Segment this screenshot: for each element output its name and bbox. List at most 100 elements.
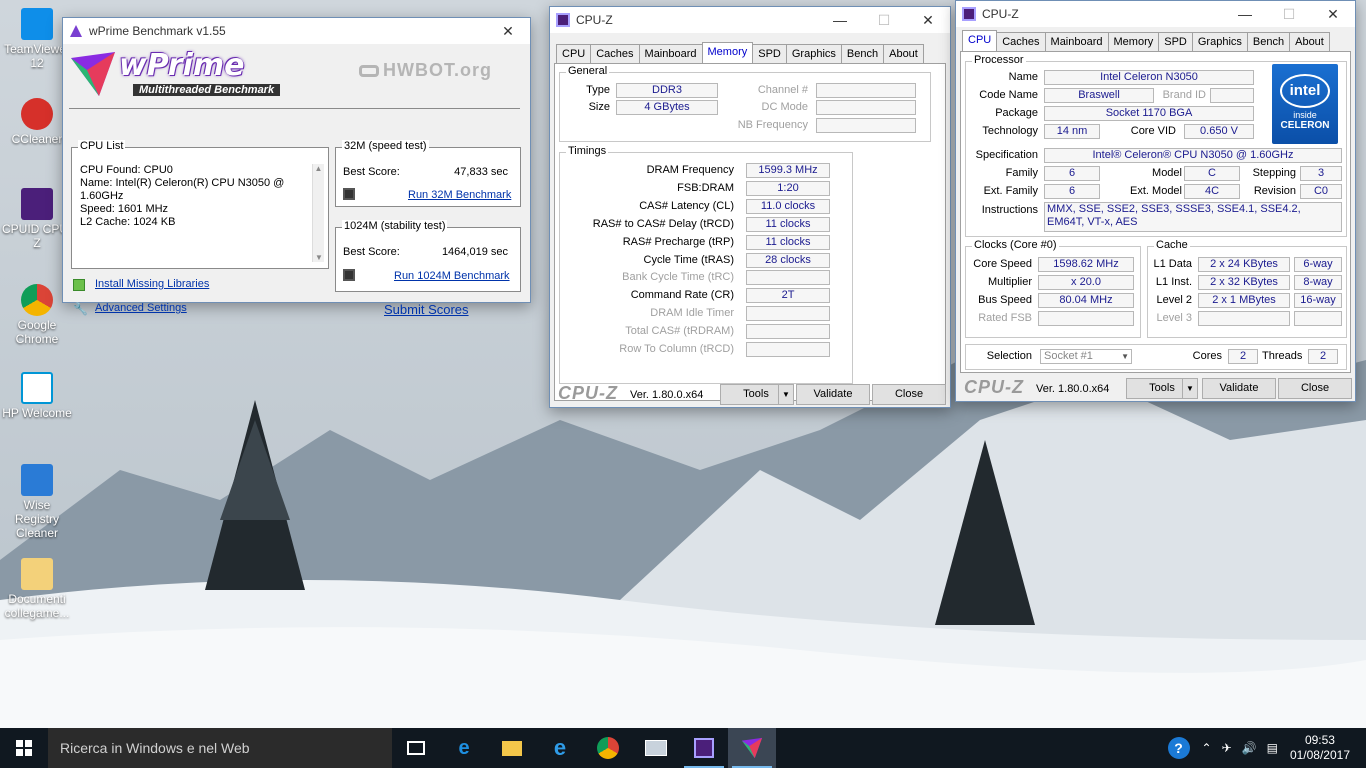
wprime-window: wPrime Benchmark v1.55 ✕ wPrime Multithr… xyxy=(62,17,531,317)
teamviewer-icon xyxy=(21,8,53,40)
network-icon[interactable]: ✈ xyxy=(1222,741,1232,755)
desktop-icon-documents[interactable]: Documenti collegame... xyxy=(2,558,72,620)
bus-speed: 80.04 MHz xyxy=(1038,293,1134,308)
cpuz-app-icon xyxy=(962,7,976,21)
timing-label: Total CAS# (tRDRAM) xyxy=(625,325,734,338)
technology: 14 nm xyxy=(1044,124,1100,139)
threads: 2 xyxy=(1308,349,1338,364)
core-speed: 1598.62 MHz xyxy=(1038,257,1134,272)
tab-spd[interactable]: SPD xyxy=(752,44,787,63)
timing-value: 11 clocks xyxy=(746,234,830,250)
cpuz-logo: CPU-Z xyxy=(558,383,618,403)
processor-group: Processor Name Intel Celeron N3050 Code … xyxy=(965,54,1347,237)
speed-test-box: 32M (speed test) Best Score: 47,833 sec … xyxy=(335,140,521,207)
close-button[interactable]: Close xyxy=(872,384,946,405)
taskbar-chrome[interactable] xyxy=(584,728,632,768)
tab-cpu[interactable]: CPU xyxy=(556,44,592,63)
timing-value: 11 clocks xyxy=(746,216,830,232)
help-icon[interactable]: ? xyxy=(1167,737,1190,759)
close-button[interactable]: ✕ xyxy=(906,7,950,33)
wprime-title: wPrime Benchmark v1.55 xyxy=(89,24,226,38)
notification-icon[interactable]: ▤ xyxy=(1267,741,1278,755)
close-button[interactable]: ✕ xyxy=(1311,1,1355,27)
brand-id-value xyxy=(1210,88,1254,103)
taskbar-cpuz[interactable] xyxy=(680,728,728,768)
tab-bench[interactable]: Bench xyxy=(840,44,885,63)
task-view-button[interactable] xyxy=(392,728,440,768)
minimize-button[interactable]: — xyxy=(1223,1,1267,27)
taskbar-edge[interactable]: e xyxy=(440,728,488,768)
timing-label: Bank Cycle Time (tRC) xyxy=(622,271,734,284)
tab-about[interactable]: About xyxy=(883,44,924,63)
tab-caches[interactable]: Caches xyxy=(590,44,640,63)
timings-group: Timings DRAM Frequency 1599.3 MHz FSB:DRAM… xyxy=(559,145,853,384)
chevron-up-icon[interactable]: ⌃ xyxy=(1202,741,1212,755)
taskbar-wprime[interactable] xyxy=(728,728,776,768)
score-32m: 47,833 sec xyxy=(454,166,508,178)
cpuz-cpu-titlebar[interactable]: CPU-Z — ☐ ✕ xyxy=(956,1,1355,27)
hp-icon xyxy=(21,372,53,404)
tools-dropdown-icon[interactable]: ▼ xyxy=(778,384,794,405)
cpuz-memory-body: CPU Caches Mainboard Memory SPD Graphics… xyxy=(550,33,950,407)
minimize-button[interactable]: — xyxy=(818,7,862,33)
level-2: 2 x 1 MBytes xyxy=(1198,293,1290,308)
tab-graphics[interactable]: Graphics xyxy=(785,44,842,63)
timing-label: Row To Column (tRCD) xyxy=(619,343,734,355)
install-libraries-link[interactable]: Install Missing Libraries xyxy=(95,278,209,290)
model: C xyxy=(1184,166,1240,181)
tab-spd[interactable]: SPD xyxy=(1158,32,1193,51)
validate-button[interactable]: Validate xyxy=(1202,378,1276,399)
cpuz-icon xyxy=(694,738,714,758)
chrome-icon xyxy=(21,284,53,316)
floppy-icon xyxy=(343,269,355,281)
desktop-icon-wise-registry[interactable]: Wise Registry Cleaner xyxy=(2,464,72,540)
desktop-icon-hp-welcome[interactable]: HP Welcome xyxy=(2,372,72,420)
cpuz-memory-titlebar[interactable]: CPU-Z — ☐ ✕ xyxy=(550,7,950,33)
wprime-titlebar[interactable]: wPrime Benchmark v1.55 ✕ xyxy=(63,18,530,44)
tab-bench[interactable]: Bench xyxy=(1246,32,1291,51)
submit-scores-link[interactable]: Submit Scores xyxy=(384,302,469,317)
dcmode-value xyxy=(816,100,916,115)
tab-cpu[interactable]: CPU xyxy=(962,30,998,51)
tab-memory[interactable]: Memory xyxy=(1107,32,1160,51)
taskbar-ie[interactable]: e xyxy=(536,728,584,768)
settings-icon: 🔧 xyxy=(73,302,88,316)
tab-memory[interactable]: Memory xyxy=(701,42,754,63)
start-button[interactable] xyxy=(0,728,48,768)
close-button[interactable]: Close xyxy=(1278,378,1352,399)
scroll-down-icon[interactable]: ▼ xyxy=(313,253,325,262)
clock[interactable]: 09:53 01/08/2017 xyxy=(1290,733,1350,763)
scroll-up-icon[interactable]: ▲ xyxy=(313,164,324,173)
tab-about[interactable]: About xyxy=(1289,32,1330,51)
chevron-down-icon: ▼ xyxy=(1121,352,1129,361)
timing-value xyxy=(746,324,830,340)
run-32m-button[interactable]: Run 32M Benchmark xyxy=(408,189,511,201)
family: 6 xyxy=(1044,166,1100,181)
cpu-list-box: CPU List CPU Found: CPU0 Name: Intel(R) … xyxy=(71,140,329,269)
socket-select[interactable]: Socket #1 ▼ xyxy=(1040,349,1132,364)
cpuz-title: CPU-Z xyxy=(576,13,613,27)
folder-icon xyxy=(502,740,522,756)
ext-model: 4C xyxy=(1184,184,1240,199)
tab-mainboard[interactable]: Mainboard xyxy=(1044,32,1109,51)
clock-date: 01/08/2017 xyxy=(1289,748,1350,762)
taskbar-explorer[interactable] xyxy=(488,728,536,768)
wprime-app-icon xyxy=(70,25,82,37)
tree-decor xyxy=(205,400,305,590)
advanced-settings-link[interactable]: Advanced Settings xyxy=(95,302,187,314)
taskbar-monitor[interactable] xyxy=(632,728,680,768)
search-box[interactable]: Ricerca in Windows e nel Web xyxy=(48,728,392,768)
validate-button[interactable]: Validate xyxy=(796,384,870,405)
tab-mainboard[interactable]: Mainboard xyxy=(638,44,703,63)
timing-value: 11.0 clocks xyxy=(746,198,830,214)
run-1024m-button[interactable]: Run 1024M Benchmark xyxy=(394,270,510,282)
volume-icon[interactable]: 🔊 xyxy=(1242,741,1257,755)
tools-dropdown-icon[interactable]: ▼ xyxy=(1182,378,1198,399)
close-button[interactable]: ✕ xyxy=(486,18,530,44)
timing-label: Cycle Time (tRAS) xyxy=(643,253,734,266)
tab-caches[interactable]: Caches xyxy=(996,32,1046,51)
tab-graphics[interactable]: Graphics xyxy=(1191,32,1248,51)
cpuz-logo: CPU-Z xyxy=(964,377,1024,397)
cpu-list-scrollbar[interactable]: ▲ ▼ xyxy=(312,164,324,262)
stability-test-box: 1024M (stability test) Best Score: 1464,… xyxy=(335,220,521,292)
